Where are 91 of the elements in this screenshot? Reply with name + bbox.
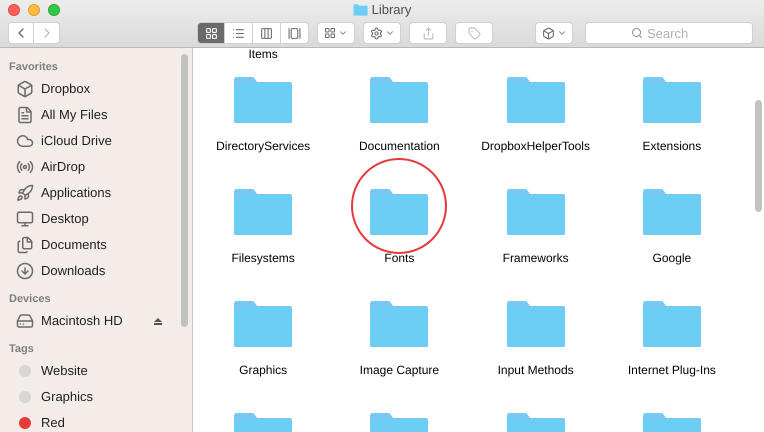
arrange-button[interactable] (317, 22, 355, 44)
folder-icon (232, 188, 294, 236)
sidebar-item[interactable]: All My Files (0, 102, 192, 128)
sidebar-item[interactable]: Graphics (0, 384, 192, 410)
folder-label: Graphics (238, 362, 288, 378)
view-mode-button[interactable] (197, 22, 225, 44)
rocket-icon (16, 184, 34, 202)
folder-item[interactable]: DropboxHelperTools (476, 76, 596, 154)
files-icon (16, 236, 34, 254)
view-mode-button[interactable] (281, 22, 309, 44)
monitor-icon (16, 210, 34, 228)
search-field[interactable]: Search (585, 22, 753, 44)
sidebar-item[interactable]: Applications (0, 180, 192, 206)
folder-label: Input Methods (496, 362, 575, 378)
folder-item[interactable]: Fonts (339, 188, 460, 266)
grid-icon (204, 26, 218, 40)
window-title: Library (372, 1, 412, 20)
sidebar-section-title: Favorites (8, 60, 59, 75)
folder-label: DirectoryServices (215, 138, 312, 154)
sidebar-item[interactable]: Dropbox (0, 76, 192, 102)
folder-label: Filesystems (230, 250, 296, 266)
view-mode-button[interactable] (253, 22, 281, 44)
folder-icon (232, 76, 294, 124)
cloud-icon (16, 132, 34, 150)
folder-icon (504, 300, 567, 348)
radio-icon (16, 158, 34, 176)
sidebar-item[interactable]: Desktop (0, 206, 192, 232)
folder-label: Fonts (383, 250, 416, 266)
folder-item[interactable]: Image Capture (339, 300, 460, 378)
columns-icon (260, 26, 273, 40)
sidebar-item[interactable]: Red (0, 410, 192, 432)
sidebar-item[interactable]: iCloud Drive (0, 128, 192, 154)
download-icon (16, 262, 34, 280)
folder-icon (368, 188, 430, 236)
hard-drive-icon (16, 312, 34, 330)
minimize-button[interactable] (28, 4, 40, 16)
folder-item[interactable]: DirectoryServices (203, 76, 324, 154)
folder-label: Items (247, 48, 279, 63)
sidebar-item[interactable]: Macintosh HD (0, 308, 192, 334)
tag-icon (468, 26, 480, 40)
box-icon (542, 26, 554, 40)
folder-icon (368, 76, 430, 124)
scrollbar-thumb[interactable] (755, 100, 762, 212)
dropbox-menu-button[interactable] (535, 22, 573, 44)
folder-label: Internet Plug-Ins (626, 362, 717, 378)
gear-icon (370, 26, 382, 40)
share-button[interactable] (409, 22, 447, 44)
share-icon (422, 26, 434, 40)
view-mode-button[interactable] (225, 22, 253, 44)
sidebar-item[interactable]: Downloads (0, 258, 192, 284)
folder-item[interactable]: Internet Plug-Ins (612, 300, 732, 378)
folder-item[interactable]: Extensions (612, 76, 732, 154)
sidebar-item[interactable]: AirDrop (0, 154, 192, 180)
folder-icon (352, 4, 368, 16)
box-icon (16, 80, 34, 98)
folder-item[interactable]: Frameworks (476, 188, 596, 266)
folder-label: Frameworks (502, 250, 570, 266)
search-icon (631, 27, 643, 40)
search-input[interactable]: Search (647, 24, 707, 44)
folder-icon (504, 76, 567, 124)
gallery-icon (288, 26, 301, 40)
folder-item[interactable]: Documentation (339, 76, 460, 154)
folder-item[interactable]: Input Methods (476, 300, 596, 378)
sidebar-item[interactable]: Website (0, 358, 192, 384)
sidebar-section-title: Devices (8, 292, 52, 307)
folder-icon (640, 188, 703, 236)
list-icon (232, 26, 245, 40)
folder-label: Image Capture (358, 362, 440, 378)
folder-icon (232, 300, 294, 348)
folder-label: Extensions (642, 138, 702, 154)
folder-icon (368, 300, 430, 348)
tag-button[interactable] (455, 22, 493, 44)
scrollbar-thumb[interactable] (181, 54, 188, 327)
file-icon (16, 106, 34, 124)
zoom-button[interactable] (48, 4, 60, 16)
folder-item[interactable]: Graphics (203, 300, 324, 378)
sidebar-item[interactable]: Documents (0, 232, 192, 258)
eject-icon[interactable] (154, 318, 162, 324)
folder-item[interactable]: Filesystems (203, 188, 324, 266)
folder-label: DropboxHelperTools (480, 138, 591, 154)
back-button[interactable] (8, 22, 34, 44)
folder-icon (640, 300, 703, 348)
folder-label: Documentation (358, 138, 441, 154)
close-button[interactable] (8, 4, 20, 16)
grid-icon (324, 27, 336, 40)
folder-item[interactable]: Google (612, 188, 732, 266)
action-button[interactable] (363, 22, 401, 44)
folder-label: Google (652, 250, 692, 266)
folder-icon (504, 188, 567, 236)
sidebar-section-title: Tags (8, 342, 35, 357)
folder-icon (640, 76, 703, 124)
